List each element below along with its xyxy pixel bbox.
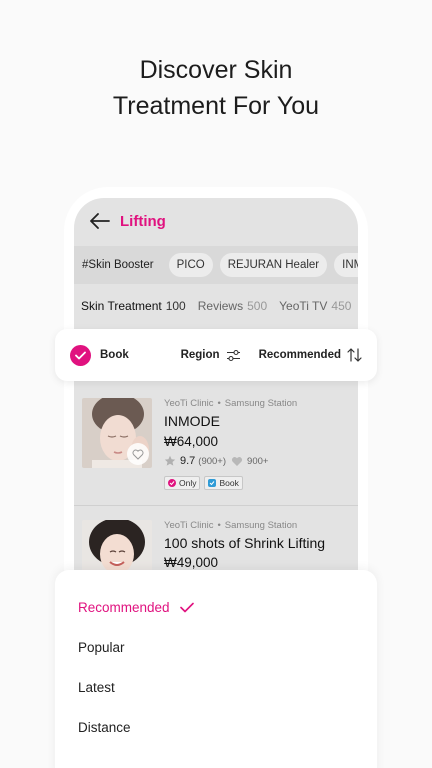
only-badge-icon <box>168 479 176 487</box>
station-name: Samsung Station <box>224 520 298 531</box>
tab-yeoti-tv[interactable]: YeoTi TV 450 <box>279 299 351 313</box>
tab-count: 500 <box>247 299 268 313</box>
badge-only: Only <box>164 476 201 490</box>
top-bar: Lifting <box>74 198 358 244</box>
clinic-meta: YeoTi Clinic • Samsung Station <box>164 398 297 409</box>
tag-chip-skin-booster[interactable]: #Skin Booster <box>80 253 162 277</box>
star-icon <box>164 455 176 467</box>
treatment-price: ₩64,000 <box>164 434 219 449</box>
tab-reviews[interactable]: Reviews 500 <box>198 299 267 313</box>
page-title: Lifting <box>120 212 166 230</box>
headline-line-1: Discover Skin <box>139 56 293 84</box>
option-label: Latest <box>78 680 115 695</box>
headline: Discover Skin Treatment For You <box>0 52 432 124</box>
sort-option-distance[interactable]: Distance <box>78 720 131 735</box>
tab-count: 450 <box>331 299 352 313</box>
option-label: Recommended <box>78 600 170 615</box>
heart-button[interactable] <box>127 443 149 465</box>
book-badge-icon <box>208 479 217 487</box>
tag-chip-inmode[interactable]: INMODE <box>334 253 358 277</box>
sort-option-latest[interactable]: Latest <box>78 680 115 695</box>
separator-dot: • <box>217 398 221 409</box>
tab-skin-treatment[interactable]: Skin Treatment 100 <box>81 299 186 313</box>
rating-count: (900+) <box>198 455 227 467</box>
clinic-name: YeoTi Clinic <box>164 398 214 409</box>
sliders-icon[interactable] <box>226 349 241 362</box>
badge-label: Only <box>179 478 197 488</box>
tab-label: YeoTi TV <box>279 299 328 313</box>
tab-count: 100 <box>165 299 186 313</box>
treatment-title: INMODE <box>164 413 220 429</box>
option-label: Distance <box>78 720 131 735</box>
sort-button[interactable]: Recommended <box>259 349 341 361</box>
book-check-icon[interactable] <box>70 344 91 366</box>
filter-bar: Book Region Recommended <box>55 329 377 381</box>
rating-value: 9.7 <box>180 455 196 467</box>
back-arrow-icon[interactable] <box>90 213 110 229</box>
separator-dot: • <box>217 520 221 531</box>
badge-row: Only Book <box>164 476 243 490</box>
tag-chip-rejuran-healer[interactable]: REJURAN Healer <box>219 253 328 277</box>
sort-arrows-icon[interactable] <box>347 348 362 362</box>
clinic-meta: YeoTi Clinic • Samsung Station <box>164 520 297 531</box>
badge-book: Book <box>204 476 243 490</box>
book-filter-label[interactable]: Book <box>100 349 129 361</box>
rating-row: 9.7 (900+) 900+ <box>164 455 268 467</box>
sort-option-recommended[interactable]: Recommended <box>78 600 194 615</box>
sort-option-popular[interactable]: Popular <box>78 640 125 655</box>
heart-icon <box>231 456 243 467</box>
tag-chip-pico[interactable]: PICO <box>168 253 213 277</box>
badge-label: Book <box>219 478 239 488</box>
checkmark-icon <box>179 602 194 613</box>
treatment-photo <box>82 398 152 468</box>
list-item[interactable]: YeoTi Clinic • Samsung Station INMODE ₩64,… <box>74 384 358 506</box>
treatment-price: ₩49,000 <box>164 555 219 570</box>
heart-icon <box>132 449 144 460</box>
sort-bottom-sheet: Recommended Popular Latest Distance <box>55 570 377 768</box>
region-filter-button[interactable]: Region <box>181 349 220 361</box>
headline-line-2: Treatment For You <box>112 92 320 120</box>
station-name: Samsung Station <box>224 398 298 409</box>
option-label: Popular <box>78 640 125 655</box>
tag-chip-row: #Skin Booster PICO REJURAN Healer INMODE <box>74 246 358 284</box>
tab-label: Skin Treatment <box>81 299 162 313</box>
like-count: 900+ <box>247 455 269 467</box>
subtab-row: Skin Treatment 100 Reviews 500 YeoTi TV 450 <box>74 294 358 318</box>
treatment-title: 100 shots of Shrink Lifting <box>164 535 326 551</box>
clinic-name: YeoTi Clinic <box>164 520 214 531</box>
tab-label: Reviews <box>197 299 244 313</box>
